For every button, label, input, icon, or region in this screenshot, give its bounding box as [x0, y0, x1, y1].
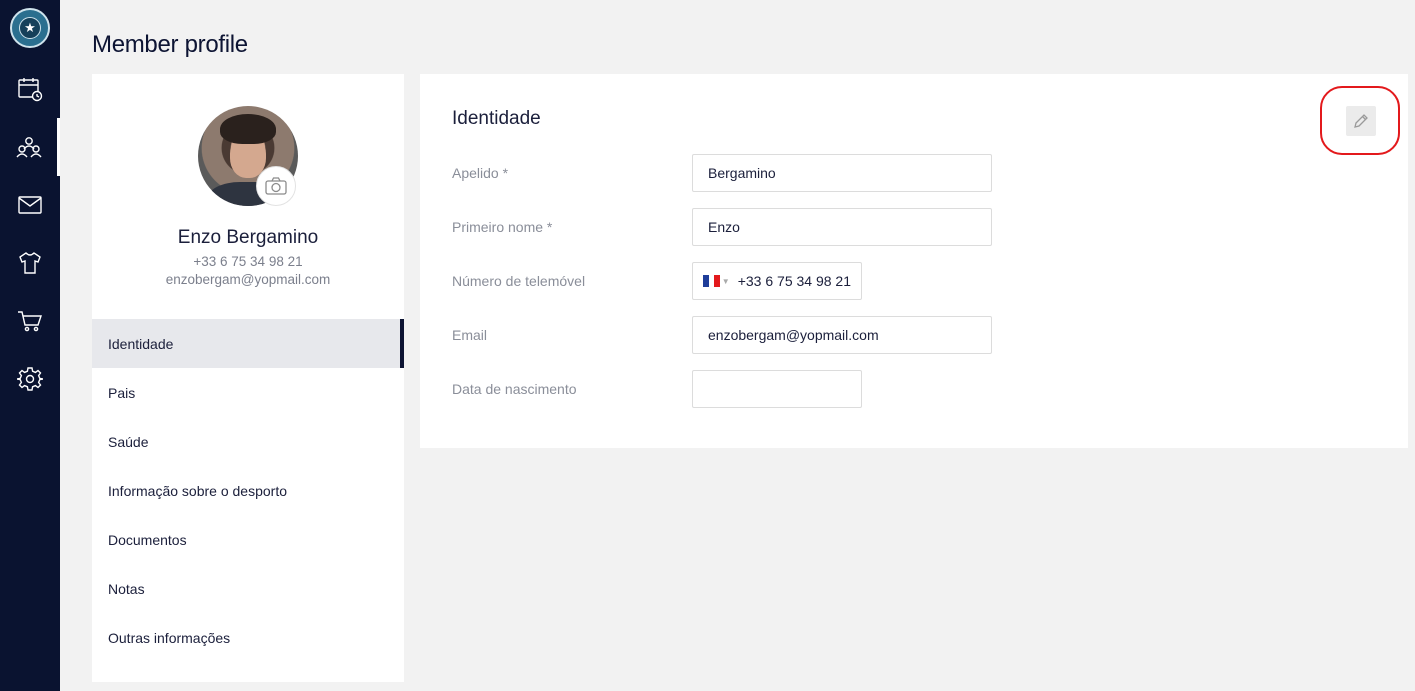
calendar-clock-icon	[18, 78, 43, 102]
member-phone: +33 6 75 34 98 21	[193, 254, 303, 269]
menu-item-notas[interactable]: Notas	[92, 564, 404, 613]
menu-item-documentos[interactable]: Documentos	[92, 515, 404, 564]
chevron-down-icon[interactable]: ▼	[722, 277, 730, 286]
club-logo[interactable]: ★	[10, 8, 50, 48]
menu-item-outras[interactable]: Outras informações	[92, 613, 404, 662]
profile-card: Enzo Bergamino +33 6 75 34 98 21 enzober…	[92, 74, 404, 682]
gear-icon	[17, 367, 43, 391]
identity-card: Identidade Apelido * Bergamino Primeiro …	[420, 74, 1408, 448]
nav-settings[interactable]	[0, 350, 60, 408]
nav-calendar[interactable]	[0, 60, 60, 118]
nav-equipment[interactable]	[0, 234, 60, 292]
menu-item-identidade[interactable]: Identidade	[92, 319, 404, 368]
france-flag-icon[interactable]	[703, 275, 720, 287]
mobile-value: +33 6 75 34 98 21	[737, 273, 851, 289]
birth-date-label: Data de nascimento	[452, 381, 577, 397]
last-name-label: Apelido *	[452, 165, 509, 181]
camera-icon	[265, 177, 287, 195]
change-photo-button[interactable]	[256, 166, 296, 206]
first-name-input[interactable]: Enzo	[692, 208, 992, 246]
last-name-input[interactable]: Bergamino	[692, 154, 992, 192]
first-name-label: Primeiro nome *	[452, 219, 553, 235]
email-label: Email	[452, 327, 488, 343]
cart-icon	[18, 311, 42, 332]
mail-icon	[18, 196, 42, 214]
member-name: Enzo Bergamino	[177, 227, 319, 248]
mobile-input[interactable]: ▼ +33 6 75 34 98 21	[692, 262, 862, 300]
menu-item-pais[interactable]: Pais	[92, 368, 404, 417]
sidebar: ★	[0, 0, 60, 691]
member-email: enzobergam@yopmail.com	[165, 272, 331, 287]
tshirt-icon	[19, 252, 41, 274]
users-icon	[15, 137, 42, 158]
nav-members[interactable]	[0, 118, 60, 176]
page-title: Member profile	[92, 31, 248, 58]
profile-menu: Identidade Pais Saúde Informação sobre o…	[92, 319, 404, 662]
section-title: Identidade	[452, 108, 541, 129]
mobile-label: Número de telemóvel	[452, 273, 586, 289]
email-input[interactable]: enzobergam@yopmail.com	[692, 316, 992, 354]
edit-button[interactable]	[1346, 106, 1376, 136]
nav-shop[interactable]	[0, 292, 60, 350]
menu-item-desporto[interactable]: Informação sobre o desporto	[92, 466, 404, 515]
birth-date-input[interactable]	[692, 370, 862, 408]
pencil-icon	[1354, 114, 1368, 128]
menu-item-saude[interactable]: Saúde	[92, 417, 404, 466]
nav-messages[interactable]	[0, 176, 60, 234]
